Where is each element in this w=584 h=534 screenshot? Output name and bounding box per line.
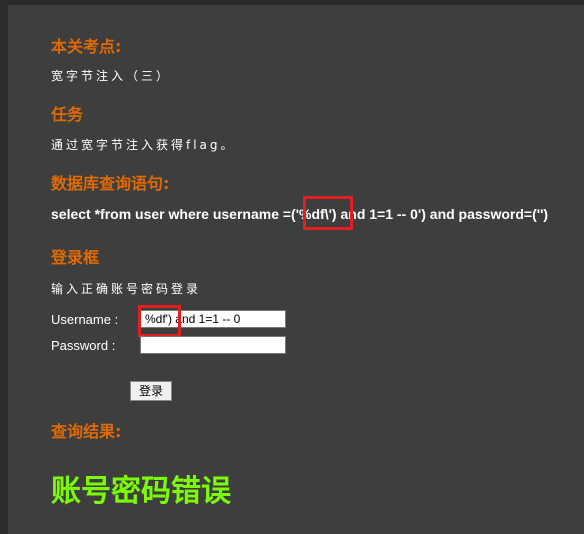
password-input[interactable] (140, 336, 286, 354)
login-button[interactable]: 登录 (130, 381, 172, 401)
db-query-heading: 数据库查询语句: (51, 174, 170, 193)
result-heading: 查询结果: (51, 422, 122, 441)
username-highlight-box (138, 305, 181, 337)
sql-highlight-box (303, 196, 353, 230)
result-message: 账号密码错误 (51, 474, 231, 509)
username-label: Username : (51, 312, 119, 327)
password-label: Password : (51, 338, 116, 353)
task-heading: 任务 (51, 105, 84, 124)
task-text: 通过宽字节注入获得flag。 (51, 138, 236, 152)
key-point-text: 宽字节注入（三） (51, 69, 172, 83)
login-hint: 输入正确账号密码登录 (51, 282, 202, 296)
sql-query-text: select *from user where username =('%df\… (51, 206, 549, 222)
key-point-heading: 本关考点: (51, 37, 122, 56)
login-heading: 登录框 (51, 248, 100, 267)
content-panel (8, 5, 584, 534)
